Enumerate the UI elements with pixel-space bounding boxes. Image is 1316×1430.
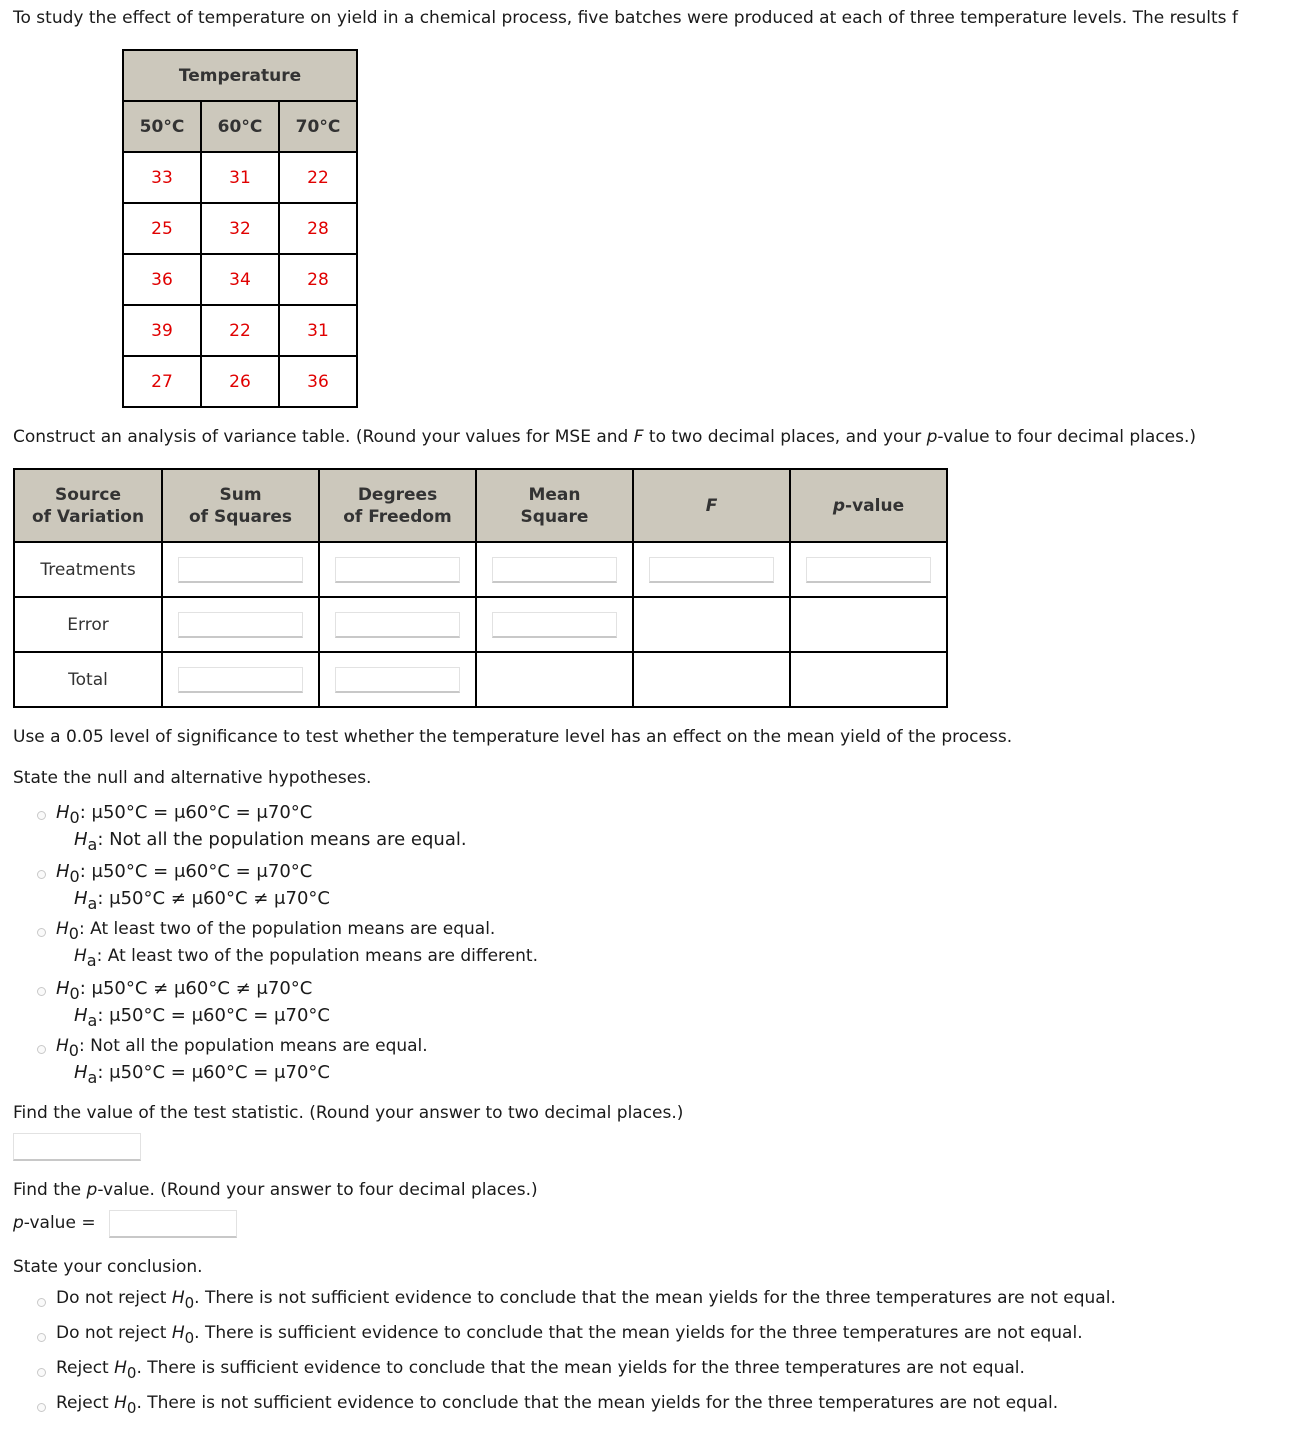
header-degrees-of-freedom: Degrees of Freedom: [318, 468, 477, 543]
error-mean-square-input[interactable]: [492, 611, 617, 638]
data-cell: 28: [278, 253, 358, 306]
significance-instruction: Use a 0.05 level of significance to test…: [13, 727, 1013, 747]
hypothesis-option-4-radio[interactable]: [37, 987, 46, 996]
data-cell: 32: [200, 202, 280, 255]
table-row: 25 32 28: [122, 202, 358, 255]
hypothesis-option-3-radio[interactable]: [37, 928, 46, 937]
data-cell: 36: [278, 355, 358, 408]
error-sum-of-squares-input[interactable]: [178, 611, 303, 638]
anova-instruction: Construct an analysis of variance table.…: [13, 427, 1197, 447]
header-p-value: p-value: [789, 468, 948, 543]
test-statistic-input[interactable]: [13, 1133, 141, 1161]
treatments-degrees-of-freedom-input[interactable]: [335, 556, 460, 583]
hypothesis-option-1-radio[interactable]: [37, 811, 46, 820]
treatments-mean-square-input[interactable]: [492, 556, 617, 583]
data-cell: 31: [278, 304, 358, 357]
table-row-error: Error: [13, 596, 948, 653]
data-cell: 22: [278, 151, 358, 204]
temperature-data-table: Temperature 50°C 60°C 70°C 33 31 22 25 3…: [122, 49, 358, 408]
table-row: 39 22 31: [122, 304, 358, 357]
header-source-of-variation: Source of Variation: [13, 468, 163, 543]
total-sum-of-squares-input[interactable]: [178, 666, 303, 693]
anova-table: Source of Variation Sum of Squares Degrees…: [13, 468, 948, 708]
treatments-f-input[interactable]: [649, 556, 774, 583]
treatments-sum-of-squares-input[interactable]: [178, 556, 303, 583]
row-label: Treatments: [13, 541, 163, 598]
conclusion-option-2-radio[interactable]: [37, 1333, 46, 1342]
data-cell: 33: [122, 151, 202, 204]
empty-cell: [632, 596, 791, 653]
data-cell: 28: [278, 202, 358, 255]
hypothesis-option-1[interactable]: H0: μ50°C = μ60°C = μ70°C Ha: Not all th…: [56, 802, 467, 856]
table-row: 27 26 36: [122, 355, 358, 408]
row-label: Error: [13, 596, 163, 653]
hypothesis-option-4[interactable]: H0: μ50°C ≠ μ60°C ≠ μ70°C Ha: μ50°C = μ6…: [56, 978, 330, 1032]
table-row-treatments: Treatments: [13, 541, 948, 598]
test-statistic-prompt: Find the value of the test statistic. (R…: [13, 1103, 684, 1123]
p-value-input[interactable]: [109, 1210, 237, 1238]
hypothesis-option-5[interactable]: H0: Not all the population means are equ…: [56, 1035, 428, 1089]
header-f: F: [632, 468, 791, 543]
column-header: 60°C: [200, 100, 280, 153]
table-row: 33 31 22: [122, 151, 358, 204]
empty-cell: [632, 651, 791, 708]
conclusion-option-4-radio[interactable]: [37, 1403, 46, 1412]
header-mean-square: Mean Square: [475, 468, 634, 543]
data-cell: 31: [200, 151, 280, 204]
table-row-total: Total: [13, 651, 948, 708]
column-header: 50°C: [122, 100, 202, 153]
column-header: 70°C: [278, 100, 358, 153]
empty-cell: [789, 596, 948, 653]
row-label: Total: [13, 651, 163, 708]
conclusion-option-4[interactable]: Reject H0. There is not sufficient evide…: [56, 1393, 1058, 1417]
data-cell: 22: [200, 304, 280, 357]
treatments-p-value-input[interactable]: [806, 556, 931, 583]
data-cell: 26: [200, 355, 280, 408]
p-value-prompt: Find the p-value. (Round your answer to …: [13, 1180, 538, 1200]
conclusion-prompt: State your conclusion.: [13, 1257, 203, 1277]
conclusion-option-1[interactable]: Do not reject H0. There is not sufficien…: [56, 1288, 1116, 1312]
error-degrees-of-freedom-input[interactable]: [335, 611, 460, 638]
hypothesis-option-3[interactable]: H0: At least two of the population means…: [56, 918, 538, 972]
data-cell: 36: [122, 253, 202, 306]
temperature-table-title: Temperature: [122, 49, 358, 102]
header-sum-of-squares: Sum of Squares: [161, 468, 320, 543]
hypothesis-option-2-radio[interactable]: [37, 870, 46, 879]
hypothesis-option-2[interactable]: H0: μ50°C = μ60°C = μ70°C Ha: μ50°C ≠ μ6…: [56, 861, 330, 915]
total-degrees-of-freedom-input[interactable]: [335, 666, 460, 693]
p-value-label: p-value =: [13, 1213, 96, 1233]
empty-cell: [789, 651, 948, 708]
data-cell: 27: [122, 355, 202, 408]
conclusion-option-2[interactable]: Do not reject H0. There is sufficient ev…: [56, 1323, 1083, 1347]
hypotheses-prompt: State the null and alternative hypothese…: [13, 768, 372, 788]
conclusion-option-3[interactable]: Reject H0. There is sufficient evidence …: [56, 1358, 1025, 1382]
empty-cell: [475, 651, 634, 708]
conclusion-option-3-radio[interactable]: [37, 1368, 46, 1377]
conclusion-option-1-radio[interactable]: [37, 1298, 46, 1307]
hypothesis-option-5-radio[interactable]: [37, 1045, 46, 1054]
problem-intro: To study the effect of temperature on yi…: [13, 8, 1238, 28]
table-row: 36 34 28: [122, 253, 358, 306]
data-cell: 25: [122, 202, 202, 255]
data-cell: 39: [122, 304, 202, 357]
data-cell: 34: [200, 253, 280, 306]
